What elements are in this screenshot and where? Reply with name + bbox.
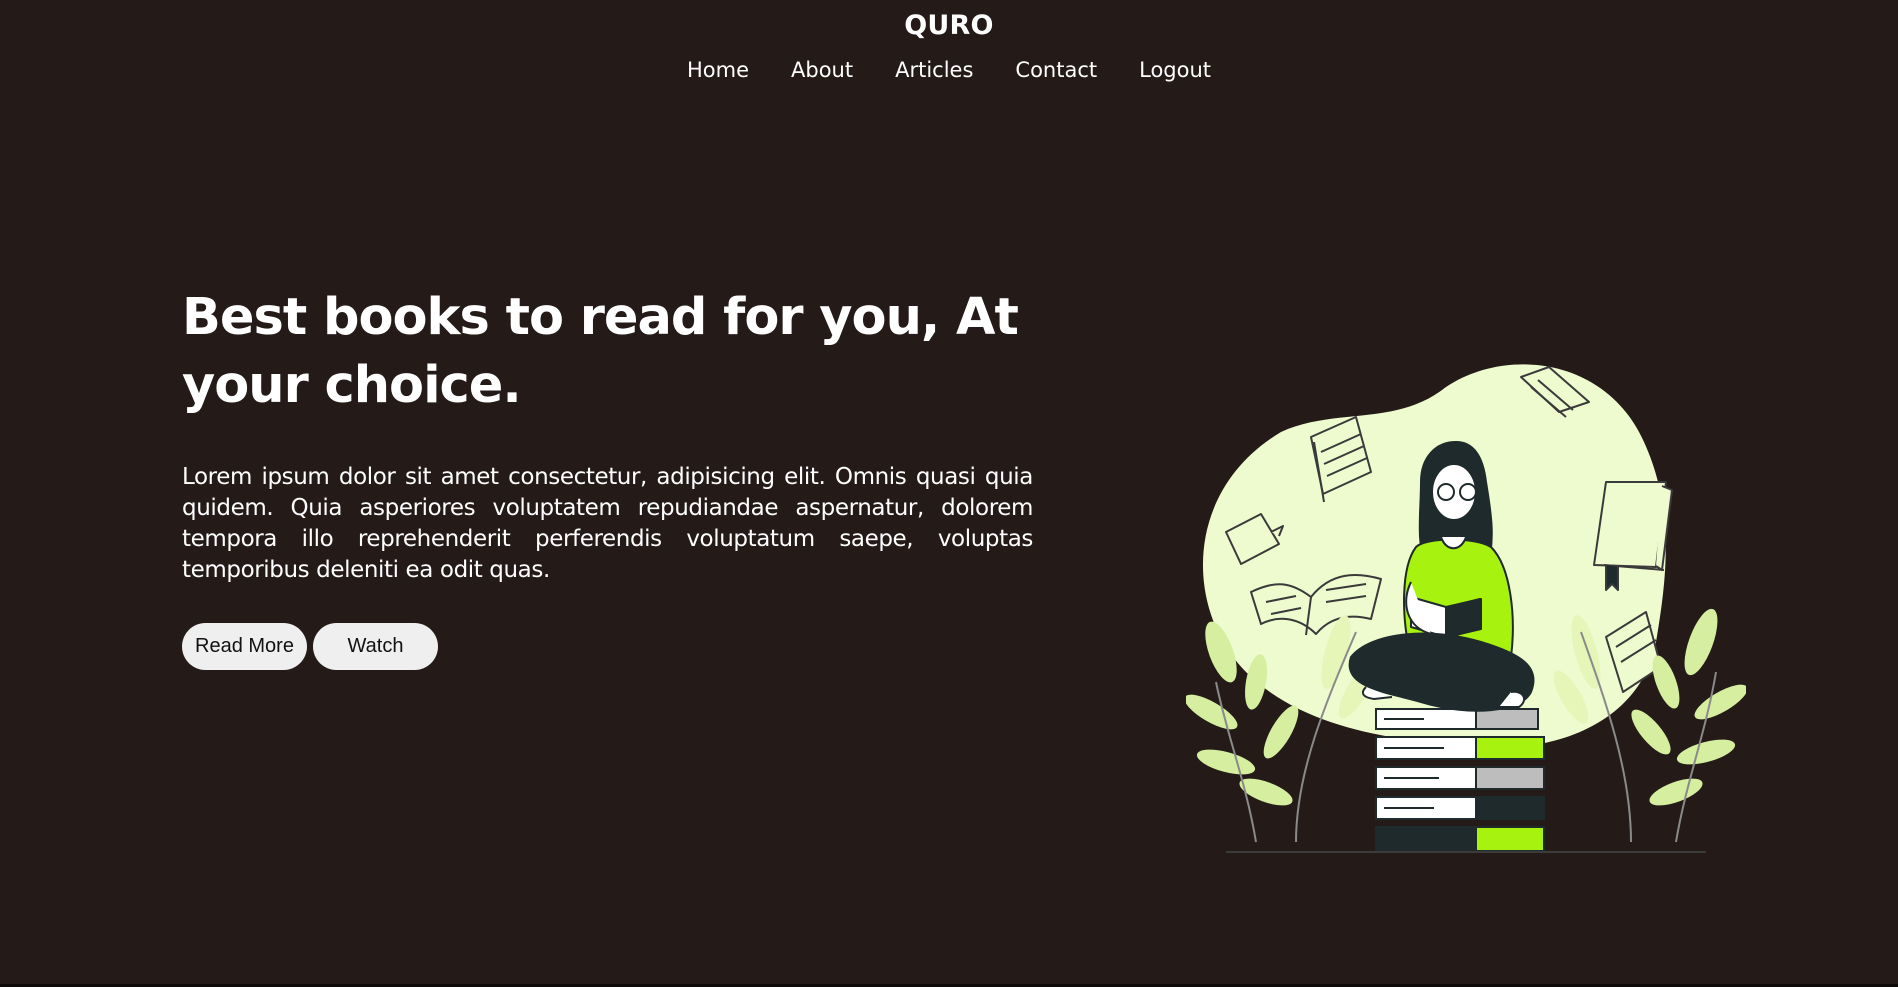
brand-logo[interactable]: QURO — [0, 10, 1898, 41]
nav-articles-link[interactable]: Articles — [895, 56, 973, 84]
nav-home-link[interactable]: Home — [687, 56, 749, 84]
reading-woman-illustration — [1186, 364, 1746, 853]
page: QURO Home About Articles Contact Logout … — [0, 0, 1898, 987]
watch-button[interactable]: Watch — [313, 623, 438, 670]
nav-logout-link[interactable]: Logout — [1139, 56, 1211, 84]
read-more-button[interactable]: Read More — [182, 623, 307, 670]
hero-title: Best books to read for you, At your choi… — [182, 288, 1019, 415]
nav-contact-link[interactable]: Contact — [1015, 56, 1097, 84]
main-nav: Home About Articles Contact Logout — [0, 56, 1898, 84]
nav-about-link[interactable]: About — [791, 56, 853, 84]
hero-description: Lorem ipsum dolor sit amet consectetur, … — [182, 464, 1033, 583]
